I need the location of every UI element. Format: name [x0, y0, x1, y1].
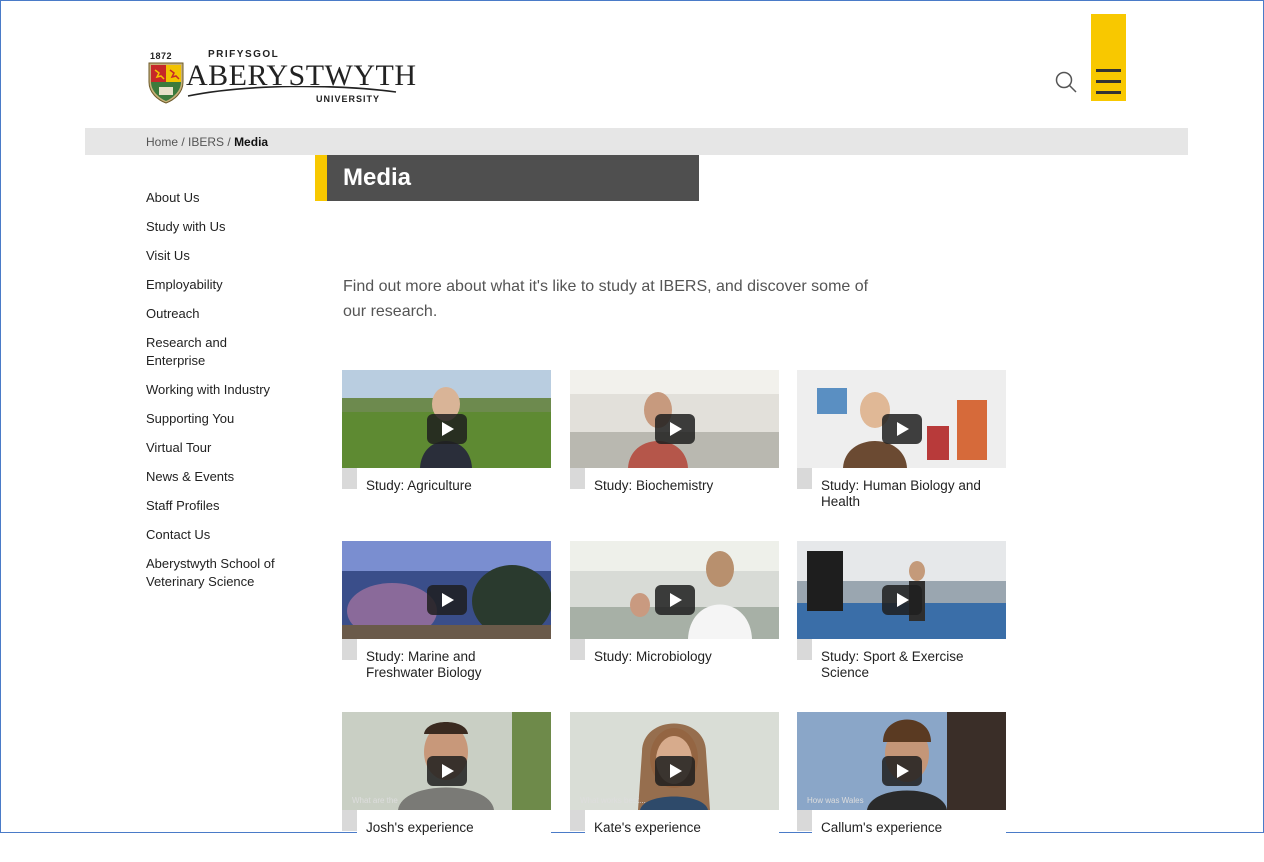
- video-title[interactable]: Josh's experience: [357, 810, 551, 836]
- video-title[interactable]: Study: Sport & Exercise Science: [812, 639, 1006, 681]
- sidebar-item-outreach[interactable]: Outreach: [146, 305, 296, 323]
- video-title[interactable]: Study: Microbiology: [585, 639, 779, 665]
- sidebar-item-news-events[interactable]: News & Events: [146, 468, 296, 486]
- sidebar-item-employability[interactable]: Employability: [146, 276, 296, 294]
- sidebar-item-research[interactable]: Research and Enterprise: [146, 334, 246, 370]
- video-card[interactable]: Study: Microbiology: [570, 541, 779, 691]
- caption-bar: [342, 468, 357, 489]
- play-icon[interactable]: [882, 756, 922, 786]
- caption-bar: [342, 810, 357, 831]
- caption-bar: [342, 639, 357, 660]
- play-icon[interactable]: [882, 414, 922, 444]
- caption-bar: [570, 810, 585, 831]
- breadcrumb-home[interactable]: Home: [146, 135, 178, 149]
- search-icon: [1055, 71, 1077, 93]
- page-title-banner: Media: [315, 155, 699, 201]
- hamburger-bar: [1096, 80, 1121, 83]
- crest-icon: [148, 62, 184, 104]
- breadcrumb: Home / IBERS / Media: [146, 135, 268, 149]
- play-icon[interactable]: [882, 585, 922, 615]
- video-title[interactable]: Study: Marine and Freshwater Biology: [357, 639, 551, 681]
- page-title: Media: [343, 164, 412, 191]
- breadcrumb-current: Media: [234, 135, 269, 149]
- video-card[interactable]: Study: Marine and Freshwater Biology: [342, 541, 551, 691]
- caption-bar: [797, 639, 812, 660]
- breadcrumb-ibers[interactable]: IBERS: [188, 135, 224, 149]
- video-overlay-text: What are the: [352, 796, 398, 805]
- caption-bar: [570, 639, 585, 660]
- sidebar-item-about-us[interactable]: About Us: [146, 189, 296, 207]
- play-icon[interactable]: [427, 756, 467, 786]
- sidebar-item-contact-us[interactable]: Contact Us: [146, 526, 296, 544]
- search-button[interactable]: [1054, 70, 1080, 96]
- play-icon[interactable]: [427, 585, 467, 615]
- intro-text: Find out more about what it's like to st…: [343, 278, 869, 320]
- breadcrumb-separator: /: [178, 135, 189, 149]
- sidebar-item-supporting-you[interactable]: Supporting You: [146, 410, 296, 428]
- sidebar-nav: About Us Study with Us Visit Us Employab…: [146, 189, 296, 602]
- sidebar-item-visit-us[interactable]: Visit Us: [146, 247, 296, 265]
- play-icon[interactable]: [655, 414, 695, 444]
- video-card[interactable]: What are the Josh's experience: [342, 712, 551, 862]
- video-card[interactable]: Study: Sport & Exercise Science: [797, 541, 1006, 691]
- video-title[interactable]: Study: Biochemistry: [585, 468, 779, 494]
- sidebar-item-vet-school[interactable]: Aberystwyth School of Veterinary Science: [146, 555, 291, 591]
- video-title[interactable]: Kate's experience: [585, 810, 779, 836]
- logo-university: UNIVERSITY: [316, 94, 381, 104]
- title-accent: [315, 155, 327, 201]
- play-icon[interactable]: [655, 585, 695, 615]
- breadcrumb-separator: /: [224, 135, 235, 149]
- video-card[interactable]: What works best... Kate's experience: [570, 712, 779, 862]
- hamburger-menu-icon: [1096, 69, 1121, 72]
- video-overlay-text: What works best...: [580, 796, 646, 805]
- video-overlay-text: How was Wales: [807, 796, 864, 805]
- menu-button[interactable]: [1091, 14, 1126, 101]
- sidebar-item-study-with-us[interactable]: Study with Us: [146, 218, 296, 236]
- sidebar-item-staff-profiles[interactable]: Staff Profiles: [146, 497, 296, 515]
- video-title[interactable]: Callum's experience: [812, 810, 1006, 836]
- video-card[interactable]: Study: Human Biology and Health: [797, 370, 1006, 520]
- video-card[interactable]: Study: Agriculture: [342, 370, 551, 520]
- video-card[interactable]: How was Wales Callum's experience: [797, 712, 1006, 862]
- video-title[interactable]: Study: Agriculture: [357, 468, 551, 494]
- play-icon[interactable]: [427, 414, 467, 444]
- university-logo[interactable]: 1872 PRIFYSGOL ABERYSTWYTH UNIVERSITY: [146, 46, 416, 108]
- sidebar-item-virtual-tour[interactable]: Virtual Tour: [146, 439, 296, 457]
- play-icon[interactable]: [655, 756, 695, 786]
- breadcrumb-bar: Home / IBERS / Media: [85, 128, 1188, 155]
- caption-bar: [797, 468, 812, 489]
- video-title[interactable]: Study: Human Biology and Health: [812, 468, 1006, 510]
- caption-bar: [570, 468, 585, 489]
- caption-bar: [797, 810, 812, 831]
- hamburger-bar: [1096, 91, 1121, 94]
- video-card[interactable]: Study: Biochemistry: [570, 370, 779, 520]
- sidebar-item-industry[interactable]: Working with Industry: [146, 381, 296, 399]
